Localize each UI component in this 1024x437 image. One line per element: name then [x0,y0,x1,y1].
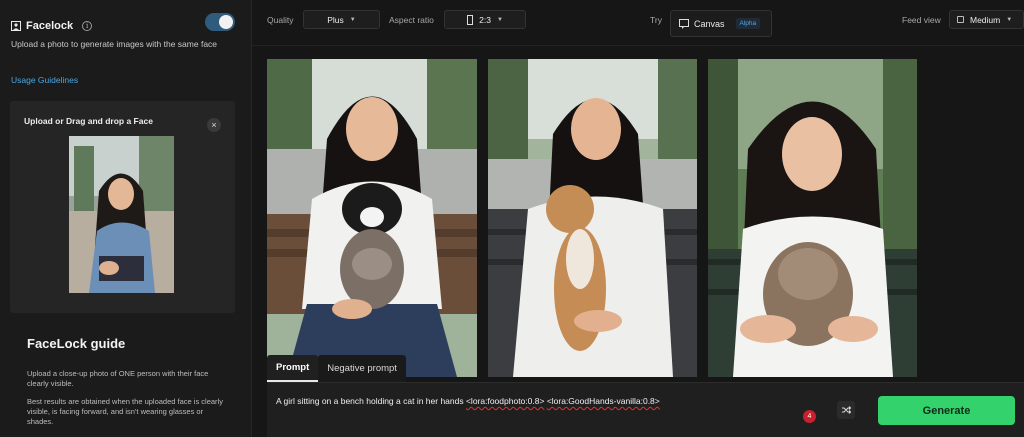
canvas-button[interactable]: Canvas Alpha [670,10,772,37]
usage-guidelines-link[interactable]: Usage Guidelines [11,75,78,85]
aspect-ratio-select[interactable]: 2:3 ▼ [444,10,526,29]
facelock-header: Facelock i [11,20,93,32]
face-frame-icon [11,21,21,31]
shuffle-button[interactable] [837,401,855,419]
facelock-title: Facelock [26,20,74,32]
prompt-input[interactable]: A girl sitting on a bench holding a cat … [267,382,1024,437]
info-icon[interactable]: i [82,21,93,31]
generate-button[interactable]: Generate [878,396,1015,425]
lora-tag-goodhands: <lora:GoodHands-vanilla:0.8> [546,396,660,406]
prompt-plain-text: A girl sitting on a bench holding a cat … [276,396,466,406]
canvas-icon [679,18,689,29]
quality-select[interactable]: Plus ▼ [303,10,380,29]
quality-label: Quality [267,15,294,25]
facelock-description: Upload a photo to generate images with t… [11,39,218,49]
generated-image-3[interactable] [708,59,917,377]
face-upload-area[interactable]: Upload or Drag and drop a Face × [10,101,235,313]
quality-value: Plus [327,14,344,25]
prompt-text[interactable]: A girl sitting on a bench holding a cat … [276,396,660,406]
aspect-ratio-value: 2:3 [479,14,491,25]
feed-view-select[interactable]: Medium ▼ [949,10,1024,29]
chevron-down-icon: ▼ [1006,16,1013,23]
guide-title: FaceLock guide [27,336,126,351]
checkbox-icon [957,16,964,23]
canvas-label: Canvas [694,18,725,29]
tab-prompt[interactable]: Prompt [267,355,319,382]
generated-image-1[interactable] [267,59,477,377]
guide-paragraph-2: Best results are obtained when the uploa… [27,397,223,426]
chevron-down-icon: ▼ [349,16,356,23]
feed-view-value: Medium [970,14,1001,25]
remove-face-button[interactable]: × [207,118,221,132]
try-label: Try [650,15,662,25]
generated-image-2[interactable] [488,59,697,377]
prompt-tabs: Prompt Negative prompt [267,355,406,382]
aspect-ratio-label: Aspect ratio [389,15,434,25]
generation-toolbar: Quality Plus ▼ Aspect ratio 2:3 ▼ Try Ca… [252,0,1024,46]
upload-title: Upload or Drag and drop a Face [24,116,153,126]
portrait-ratio-icon [467,14,474,25]
image-count-badge: 4 [803,410,816,423]
facelock-sidebar: Facelock i Upload a photo to generate im… [0,0,252,437]
facelock-toggle[interactable] [205,13,235,31]
chevron-down-icon: ▼ [496,16,503,23]
feed-view-label: Feed view [902,15,941,25]
shuffle-icon [842,406,851,414]
toggle-knob [219,15,233,29]
lora-tag-foodphoto: <lora:foodphoto:0.8> [465,396,545,406]
uploaded-face-image [69,136,174,293]
alpha-badge: Alpha [735,18,761,29]
tab-negative-prompt[interactable]: Negative prompt [318,355,406,382]
guide-paragraph-1: Upload a close-up photo of ONE person wi… [27,369,209,388]
